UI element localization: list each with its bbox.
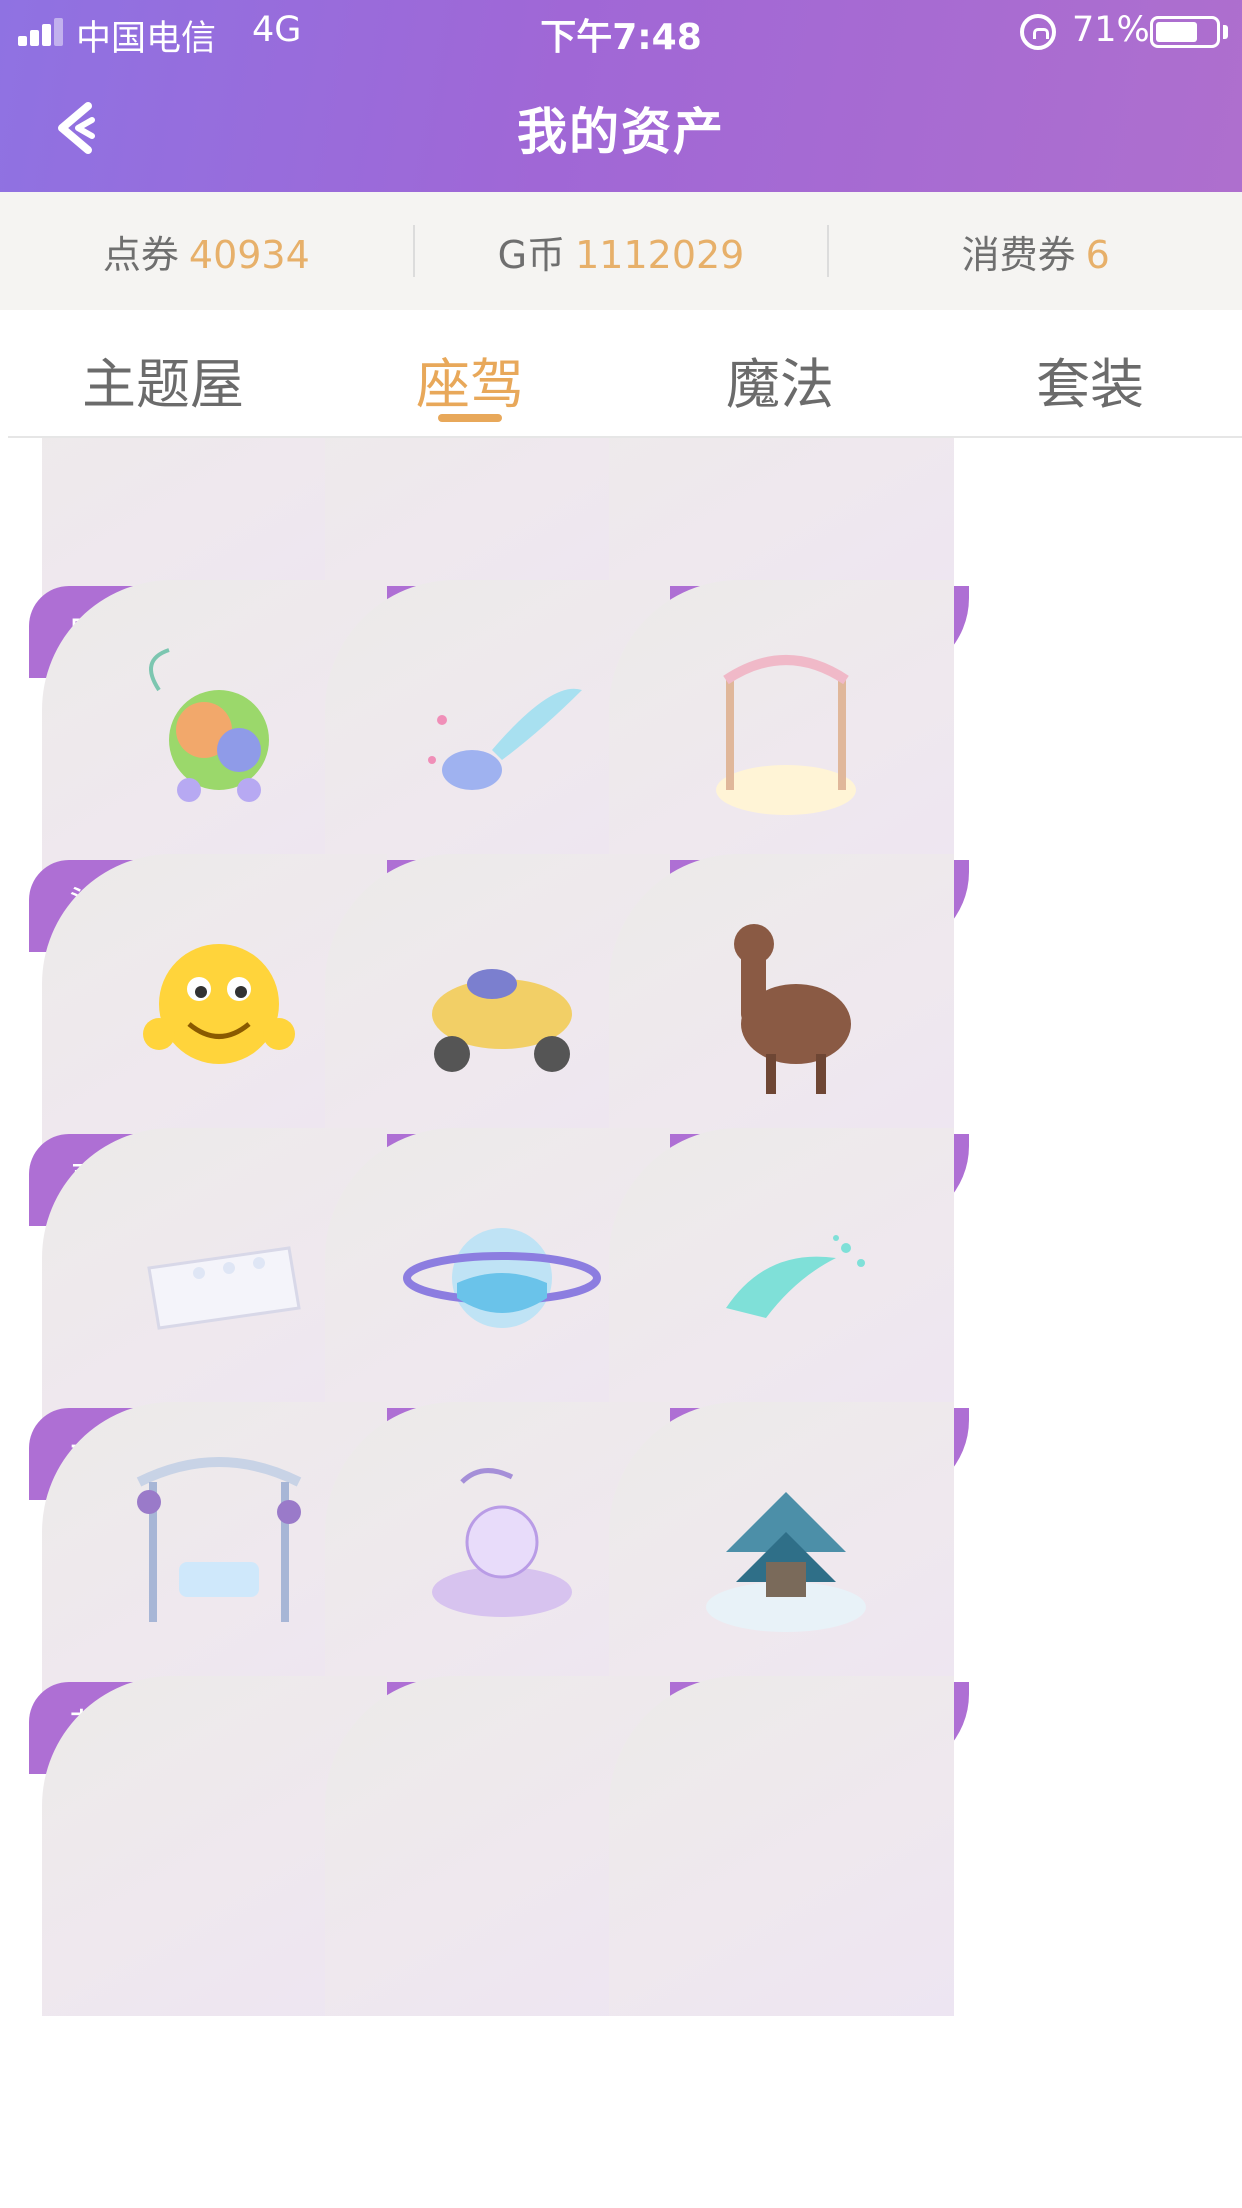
garden-swing-icon [99, 1442, 339, 1662]
snail-icon [99, 620, 339, 840]
battery-cap [1223, 25, 1228, 39]
item-card[interactable] [596, 1676, 969, 2048]
item-grid: 肉肉音迷星空银河星霜柒彩蜗牛八音の韵律仙境花海表情帝带你旅行囧驼驼水钻诱惑无尽水… [0, 438, 1242, 2208]
rotation-lock-icon [1020, 14, 1056, 50]
vehicle-icon [99, 438, 339, 566]
tab-vehicle[interactable]: 座驾 [416, 340, 524, 419]
scooter-icon [382, 894, 622, 1114]
category-tabs: 主题屋 座驾 魔法 套装 [0, 310, 1242, 438]
balance-coupon: 点券 40934 [0, 224, 413, 279]
balance-label: G币 [497, 232, 566, 277]
battery-icon [1150, 16, 1220, 48]
tab-magic[interactable]: 魔法 [726, 340, 834, 419]
tab-theme-house[interactable]: 主题屋 [82, 340, 244, 419]
balance-bar: 点券 40934 G币 1112029 消费券 6 [0, 192, 1242, 310]
active-tab-indicator [438, 414, 502, 422]
smiley-icon [99, 894, 339, 1114]
battery-percent: 71% [1072, 10, 1150, 50]
planet-ring-icon [382, 1168, 622, 1388]
crystal-cloud-icon [382, 1442, 622, 1662]
page-title: 我的资产 [517, 103, 725, 161]
music-wing-icon [382, 620, 622, 840]
status-bar: 中国电信 4G 下午7:48 71% [0, 0, 1242, 62]
balance-value: 6 [1085, 232, 1110, 277]
balance-value: 40934 [188, 232, 310, 277]
bathtub-icon [99, 1168, 339, 1388]
balance-label: 点券 [102, 232, 179, 277]
app-header: 中国电信 4G 下午7:48 71% 我的资产 [0, 0, 1242, 192]
balance-label: 消费券 [961, 232, 1076, 277]
balance-voucher: 消费券 6 [829, 224, 1242, 279]
galaxy-icon [666, 438, 906, 566]
balance-gcoin: G币 1112029 [415, 224, 828, 279]
feather-icon [666, 1168, 906, 1388]
flower-swing-icon [666, 620, 906, 840]
item-card-background [609, 1676, 954, 2016]
balance-value: 1112029 [575, 232, 745, 277]
pine-cloud-icon [666, 1442, 906, 1662]
tab-outfit[interactable]: 套装 [1036, 340, 1144, 419]
battery-level-fill [1156, 22, 1197, 42]
planet-icon [382, 438, 622, 566]
alpaca-icon [666, 894, 906, 1114]
